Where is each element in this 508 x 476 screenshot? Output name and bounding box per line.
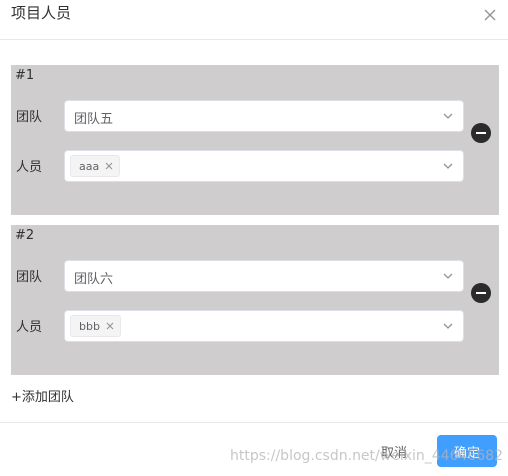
members-label: 人员 — [16, 160, 43, 175]
member-tag-label: aaa — [79, 159, 100, 173]
chevron-down-icon — [443, 162, 453, 170]
team-label: 团队 — [16, 270, 43, 285]
add-team-link[interactable]: +添加团队 — [11, 386, 74, 405]
member-tag: aaa — [70, 155, 121, 177]
team-label: 团队 — [16, 110, 43, 125]
members-label: 人员 — [16, 320, 43, 335]
remove-team-icon[interactable] — [471, 123, 491, 143]
tag-close-icon[interactable] — [105, 162, 113, 170]
team-select-value: 团队六 — [74, 272, 114, 287]
team-select-value: 团队五 — [74, 112, 114, 127]
dialog-footer: 取消 确定 — [0, 422, 508, 476]
cancel-button[interactable]: 取消 — [381, 442, 407, 461]
dialog-header: 项目人员 — [0, 0, 508, 40]
group-index: #2 — [15, 228, 35, 243]
project-members-dialog: 项目人员 #1 团队 团队五 人员 aaa #2 团队 团队六 人员 bbb +… — [0, 0, 508, 476]
members-select[interactable]: bbb — [64, 310, 464, 342]
close-icon[interactable] — [483, 8, 497, 22]
confirm-button[interactable]: 确定 — [437, 435, 497, 467]
dialog-title: 项目人员 — [11, 4, 72, 22]
group-index: #1 — [15, 68, 35, 83]
team-select[interactable]: 团队五 — [64, 100, 464, 132]
chevron-down-icon — [443, 112, 453, 120]
team-group-2: #2 团队 团队六 人员 bbb — [11, 225, 499, 375]
tag-close-icon[interactable] — [106, 322, 114, 330]
team-select[interactable]: 团队六 — [64, 260, 464, 292]
remove-team-icon[interactable] — [471, 283, 491, 303]
member-tag: bbb — [70, 315, 121, 337]
team-group-1: #1 团队 团队五 人员 aaa — [11, 65, 499, 215]
members-select[interactable]: aaa — [64, 150, 464, 182]
member-tag-label: bbb — [79, 319, 100, 333]
chevron-down-icon — [443, 272, 453, 280]
chevron-down-icon — [443, 322, 453, 330]
